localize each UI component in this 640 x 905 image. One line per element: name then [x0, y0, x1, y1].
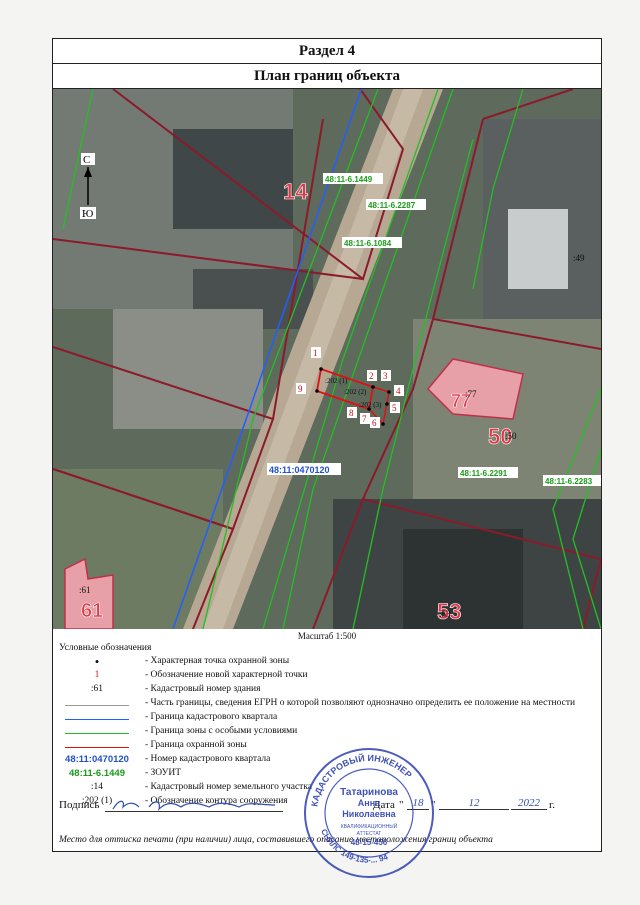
legend-title: Условные обозначения: [59, 643, 152, 653]
egrn-boundary-line-symbol: [65, 705, 129, 706]
zone-label-1084: 48:11-6.1084: [344, 239, 392, 248]
north-label: С: [83, 154, 90, 166]
new-point-symbol: 1: [94, 670, 100, 680]
building-label-61: :61: [79, 585, 91, 595]
quarter-number-symbol: 48:11:0470120: [65, 754, 129, 765]
protection-zone-line-symbol: [65, 747, 129, 748]
parcel-number-61: 61: [81, 600, 103, 622]
point-label-1: 1: [313, 348, 318, 358]
section-header: Раздел 4: [53, 39, 601, 64]
stamp-cert-3: 48-15-456: [351, 838, 388, 847]
stamp-cert-2: АТТЕСТАТ: [357, 831, 382, 837]
legend-row: - Часть границы, сведения ЕГРН о которой…: [59, 698, 599, 712]
point-label-3: 3: [383, 371, 388, 381]
building-label-77: :77: [465, 389, 477, 399]
point-dot-symbol: •: [94, 654, 100, 669]
parcel-number-14: 14: [283, 179, 308, 204]
parcel-label-49: :49: [573, 253, 585, 263]
handwritten-signature: [112, 800, 276, 811]
point-label-2: 2: [369, 371, 374, 381]
document-frame: Раздел 4 План границ объекта 1 2 3 4 5 6…: [52, 38, 602, 878]
contour-label-1: :202 (1): [325, 377, 348, 385]
quarter-label: 48:11:0470120: [269, 465, 330, 475]
engineer-stamp: КАДАСТРОВЫЙ ИНЖЕНЕР СНИЛС 149-135-... 94…: [304, 748, 434, 878]
map-svg: 1 2 3 4 5 6 7 8 9 :202 (1) :202 (2) :202…: [53, 89, 601, 629]
contour-label-3: :202 (3): [359, 401, 382, 409]
date-year: 2022: [511, 797, 547, 810]
stamp-cert-1: КВАЛИФИКАЦИОННЫЙ: [341, 822, 398, 830]
point-label-4: 4: [396, 386, 401, 396]
legend-row: - Граница кадастрового квартала: [59, 712, 599, 726]
land-parcel-number-symbol: :14: [90, 782, 104, 792]
quarter-line-symbol: [65, 719, 129, 720]
stamp-name-3: Николаевна: [342, 809, 396, 819]
date-year-suffix: г.: [549, 799, 556, 811]
parcel-label-53: :53: [439, 609, 451, 619]
stamp-name-2: Анна: [358, 798, 381, 808]
legend-row: 1 - Обозначение новой характерной точки: [59, 670, 599, 684]
legend-row: :61 - Кадастровый номер здания: [59, 684, 599, 698]
signature-label: Подпись: [59, 799, 100, 811]
date-month: 12: [439, 797, 509, 810]
boundary-map: 1 2 3 4 5 6 7 8 9 :202 (1) :202 (2) :202…: [53, 89, 601, 629]
point-label-7: 7: [362, 414, 367, 424]
zone-label-2287: 48:11-6.2287: [368, 201, 416, 210]
zone-label-2283: 48:11-6.2283: [545, 477, 593, 486]
building-number-symbol: :61: [90, 684, 104, 694]
zone-line-symbol: [65, 733, 129, 734]
contour-label-2: :202 (2): [344, 388, 367, 396]
point-label-9: 9: [298, 384, 303, 394]
zone-number-symbol: 48:11-6.1449: [69, 768, 125, 779]
map-scale: Масштаб 1:500: [297, 631, 357, 641]
point-label-6: 6: [372, 418, 377, 428]
legend-row: • - Характерная точка охранной зоны: [59, 654, 599, 670]
south-label: Ю: [82, 208, 93, 220]
zone-label-2291: 48:11-6.2291: [460, 469, 508, 478]
zone-label-1449: 48:11-6.1449: [325, 175, 373, 184]
parcel-label-50: :50: [505, 431, 517, 441]
point-label-8: 8: [349, 408, 354, 418]
point-label-5: 5: [392, 403, 397, 413]
stamp-name-1: Татаринова: [340, 787, 398, 798]
plan-title: План границ объекта: [53, 64, 601, 89]
legend-row: - Граница зоны с особыми условиями: [59, 726, 599, 740]
